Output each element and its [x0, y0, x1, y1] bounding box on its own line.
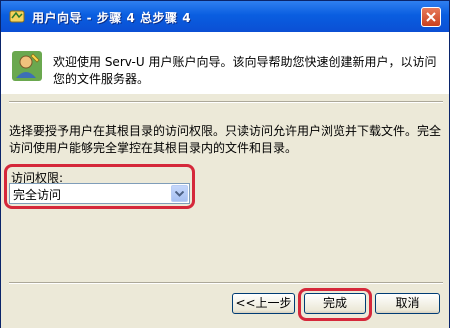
footer-separator	[9, 282, 443, 284]
wizard-content: 欢迎使用 Serv-U 用户账户向导。该向导帮助您快速创建新用户，以访问您的文件…	[1, 32, 449, 328]
title-bar[interactable]: 用户向导 - 步骤 4 总步骤 4	[1, 1, 449, 32]
dropdown-button[interactable]	[171, 185, 188, 202]
wizard-app-icon	[9, 8, 25, 24]
access-select[interactable]: 完全访问	[9, 183, 190, 204]
close-button[interactable]	[421, 7, 441, 27]
welcome-text: 欢迎使用 Serv-U 用户账户向导。该向导帮助您快速创建新用户，以访问您的文件…	[53, 55, 437, 86]
user-wizard-icon	[11, 50, 43, 82]
wizard-window: 用户向导 - 步骤 4 总步骤 4 欢迎使用 Serv-U 用户账户向导。该向导…	[0, 0, 450, 328]
access-select-value: 完全访问	[13, 188, 62, 202]
header-separator	[9, 101, 443, 103]
cancel-button[interactable]: 取消	[375, 293, 440, 314]
chevron-down-icon	[175, 191, 184, 197]
finish-button[interactable]: 完成	[304, 293, 366, 314]
header-panel: 欢迎使用 Serv-U 用户账户向导。该向导帮助您快速创建新用户，以访问您的文件…	[1, 32, 449, 94]
back-button[interactable]: <<上一步	[232, 293, 295, 314]
description-text: 选择要授予用户在其根目录的访问权限。只读访问允许用户浏览并下载文件。完全访问使用…	[9, 124, 442, 155]
window-title: 用户向导 - 步骤 4 总步骤 4	[32, 11, 192, 25]
close-icon	[426, 12, 436, 22]
